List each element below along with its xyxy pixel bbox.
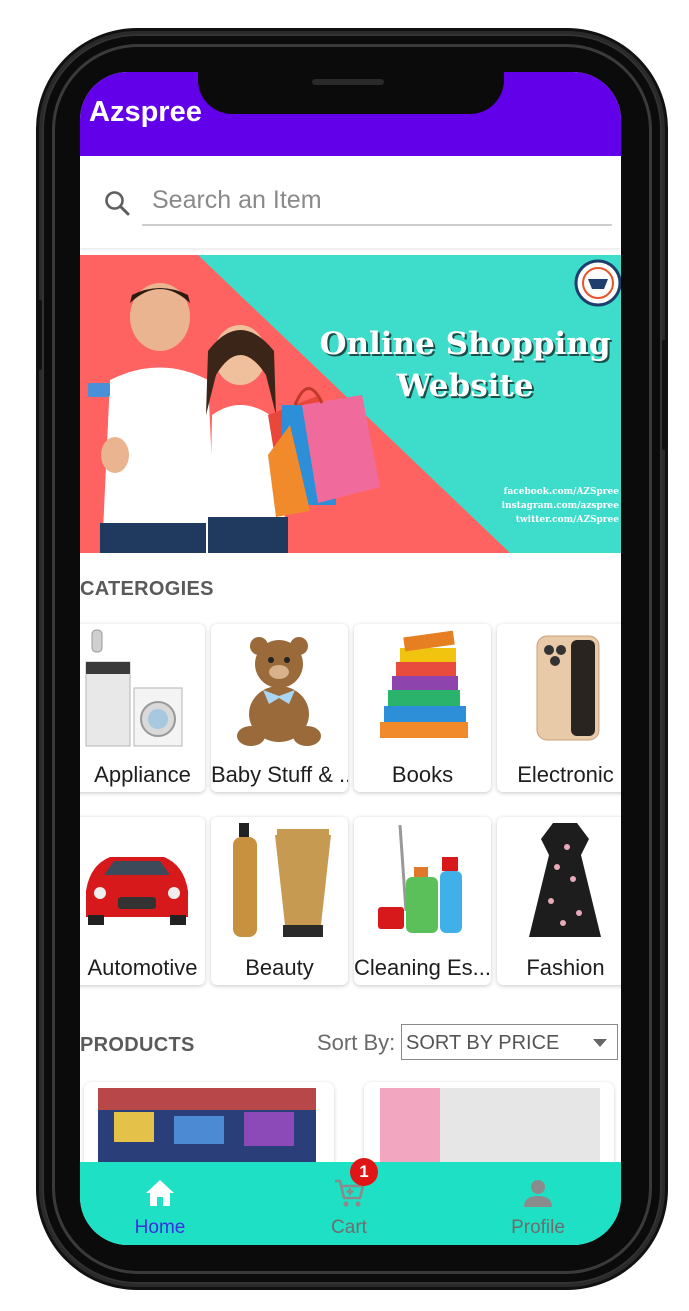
home-icon — [146, 1180, 174, 1206]
books-image — [380, 630, 468, 738]
sort-dropdown[interactable]: SORT BY PRICE — [401, 1024, 618, 1060]
dress-image — [529, 823, 601, 937]
phone-side-button — [662, 340, 668, 450]
nav-home[interactable]: Home — [90, 1162, 230, 1245]
phone-side-button — [36, 300, 42, 370]
category-card-baby-stuff[interactable]: Baby Stuff & ... — [211, 624, 348, 792]
category-label: Appliance — [94, 762, 191, 787]
banner-social-facebook: facebook.com/AZSpree — [503, 487, 619, 497]
category-label: Electronic — [517, 762, 614, 787]
car-image — [86, 857, 188, 925]
appliance-image — [85, 629, 183, 747]
category-card-beauty[interactable]: Beauty — [211, 817, 348, 985]
category-label: Beauty — [245, 955, 314, 980]
app-screen: Azspree Search an Item Online Shopping W… — [80, 72, 621, 1245]
search-icon — [105, 191, 130, 216]
category-card-appliance[interactable]: Appliance — [80, 624, 205, 792]
phone-speaker — [312, 79, 384, 85]
category-card-electronic[interactable]: Electronic — [497, 624, 621, 792]
cart-badge: 1 — [350, 1158, 378, 1186]
promo-banner[interactable]: Online Shopping Website facebook.com/AZS… — [80, 255, 621, 553]
banner-headline-line1: Online Shopping — [319, 326, 611, 362]
banner-social-links: facebook.com/AZSpree instagram.com/azspr… — [482, 485, 619, 527]
app-title: Azspree — [89, 96, 202, 128]
category-label: Fashion — [526, 955, 605, 980]
banner-social-instagram: instagram.com/azspree — [501, 501, 619, 511]
category-card-cleaning[interactable]: Cleaning Es... — [354, 817, 491, 985]
category-card-automotive[interactable]: Automotive — [80, 817, 205, 985]
nav-label-profile: Profile — [511, 1217, 565, 1238]
category-label: Cleaning Es... — [354, 955, 491, 980]
banner-headline: Online Shopping Website — [300, 323, 621, 407]
profile-icon — [524, 1180, 552, 1207]
search-input[interactable] — [142, 176, 612, 226]
chevron-down-icon — [593, 1039, 607, 1047]
category-label: Books — [391, 762, 454, 787]
smartphone-image — [536, 635, 600, 741]
category-label: Automotive — [87, 955, 198, 980]
category-card-fashion[interactable]: Fashion — [497, 817, 621, 985]
search-bar — [80, 156, 621, 248]
nav-profile[interactable]: Profile — [468, 1162, 608, 1245]
nav-label-home: Home — [134, 1217, 186, 1238]
nav-cart[interactable]: Cart — [279, 1162, 419, 1245]
sort-label: Sort By: — [317, 1030, 396, 1055]
categories-heading: CATEROGIES — [80, 578, 214, 600]
beauty-products-image — [233, 823, 331, 937]
sort-value: SORT BY PRICE — [406, 1032, 560, 1054]
cleaning-supplies-image — [378, 824, 462, 933]
category-card-books[interactable]: Books — [354, 624, 491, 792]
teddy-bear-image — [237, 637, 321, 746]
banner-social-twitter: twitter.com/AZSpree — [515, 515, 619, 525]
banner-headline-line2: Website — [396, 368, 534, 404]
nav-label-cart: Cart — [331, 1217, 367, 1238]
products-heading: PRODUCTS — [80, 1034, 195, 1056]
category-label: Baby Stuff & ... — [211, 762, 348, 787]
